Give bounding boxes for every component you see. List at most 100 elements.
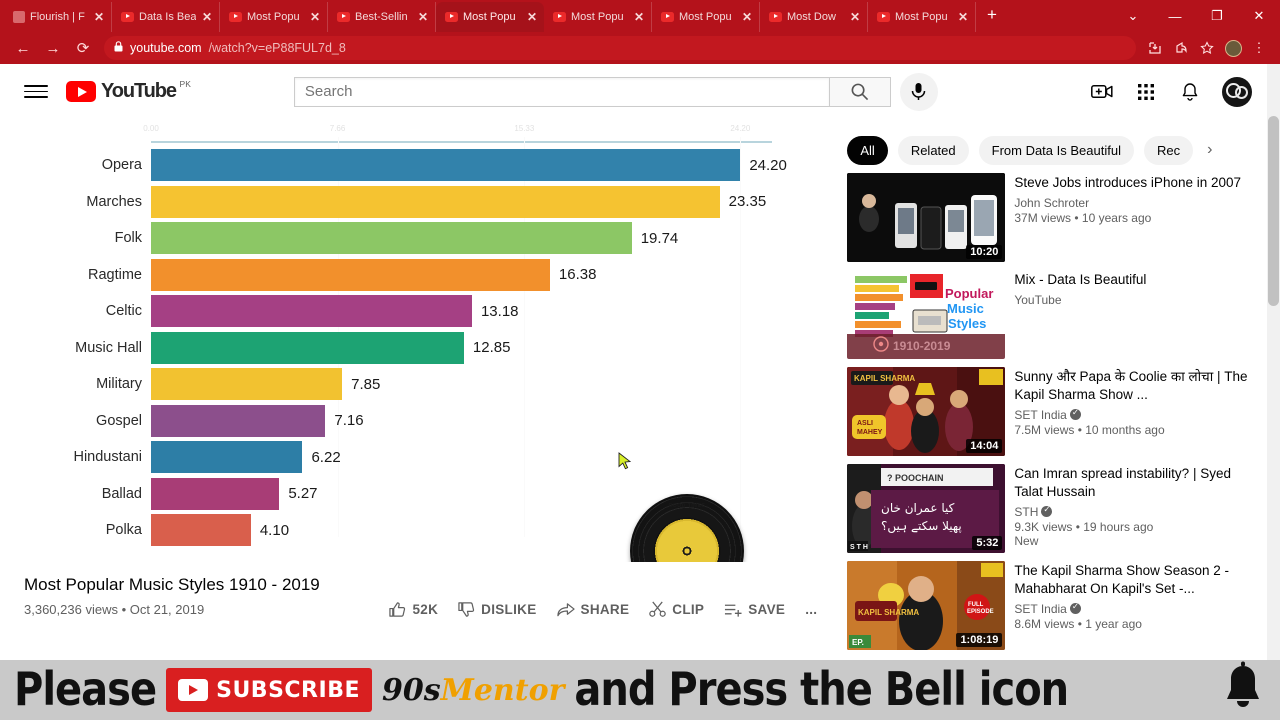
chart-bar-category-label: Music Hall: [75, 339, 142, 356]
filter-chip[interactable]: Rec: [1143, 135, 1194, 165]
svg-text:EP.: EP.: [852, 638, 864, 647]
browser-tab[interactable]: Best-Sellin ✕: [328, 2, 436, 32]
browser-tab[interactable]: Most Popu ✕: [868, 2, 976, 32]
chevron-down-icon[interactable]: ⌄: [1112, 0, 1154, 32]
video-thumbnail[interactable]: 10:20: [847, 173, 1006, 262]
address-bar[interactable]: youtube.com/watch?v=eP88FUL7d_8: [104, 36, 1136, 60]
browser-tab[interactable]: Data Is Bea ✕: [112, 2, 220, 32]
video-item-title[interactable]: Mix - Data Is Beautiful: [1014, 271, 1262, 289]
chart-bar-category-label: Folk: [114, 230, 142, 247]
chart-bar-category-label: Military: [96, 376, 142, 393]
minimize-icon[interactable]: —: [1154, 0, 1196, 32]
video-channel-name[interactable]: SET India: [1014, 601, 1262, 616]
filter-chip[interactable]: From Data Is Beautiful: [978, 135, 1134, 165]
close-icon[interactable]: ✕: [633, 10, 645, 24]
create-video-icon[interactable]: [1090, 80, 1114, 104]
like-button[interactable]: 52K: [389, 601, 438, 618]
browser-tab[interactable]: Most Popu ✕: [544, 2, 652, 32]
search-icon: [851, 83, 869, 101]
recommended-video-item[interactable]: KAPIL SHARMA ASLI MAHEY 14:04 Sunny और Papa …: [847, 367, 1262, 456]
youtube-logo[interactable]: YouTube PK: [66, 79, 191, 103]
back-icon[interactable]: ←: [8, 33, 38, 63]
page-scrollbar[interactable]: [1267, 64, 1280, 720]
video-thumbnail[interactable]: ? POOCHAIN کیا عمران خان پھیلا سکتے ہیں؟ S …: [847, 464, 1006, 553]
video-item-title[interactable]: Can Imran spread instability? | Syed Tal…: [1014, 465, 1262, 501]
video-thumbnail[interactable]: Popular Music Styles 1910-2019: [847, 270, 1006, 359]
tab-label: Most Popu: [895, 11, 948, 23]
chart-bar-value-label: 24.20: [749, 156, 787, 174]
search-button[interactable]: [828, 76, 891, 107]
scrollbar-thumb[interactable]: [1268, 116, 1279, 306]
filter-chip[interactable]: All: [847, 135, 888, 165]
video-thumbnail[interactable]: KAPIL SHARMA ASLI MAHEY 14:04: [847, 367, 1006, 456]
share-button[interactable]: SHARE: [556, 602, 630, 618]
video-channel-name[interactable]: STH: [1014, 504, 1262, 519]
search-box[interactable]: [293, 76, 829, 107]
close-icon[interactable]: ✕: [957, 10, 969, 24]
recommended-video-item[interactable]: Popular Music Styles 1910-2019 Mix - Data Is…: [847, 270, 1262, 359]
svg-text:1910-2019: 1910-2019: [893, 339, 951, 353]
video-item-title[interactable]: Steve Jobs introduces iPhone in 2007: [1014, 174, 1262, 192]
close-icon[interactable]: ✕: [741, 10, 753, 24]
video-thumbnail[interactable]: KAPIL SHARMA FULL EPISODE EP. 1:08:19: [847, 561, 1006, 650]
video-stats: 7.5M views • 10 months ago: [1014, 422, 1165, 437]
reload-icon[interactable]: ⟳: [68, 33, 98, 63]
close-icon[interactable]: ✕: [849, 10, 861, 24]
chart-bar-value-label: 7.16: [334, 412, 364, 430]
share-icon[interactable]: [1168, 35, 1194, 61]
maximize-icon[interactable]: ❐: [1196, 0, 1238, 32]
search-input[interactable]: [304, 83, 819, 100]
recommended-video-item[interactable]: 10:20 Steve Jobs introduces iPhone in 200…: [847, 173, 1262, 262]
close-icon[interactable]: ✕: [93, 10, 105, 24]
channel-brand-logo: 90sMentor: [382, 673, 564, 708]
chart-bar: [151, 368, 343, 401]
notifications-bell-icon[interactable]: [1178, 80, 1202, 104]
install-icon[interactable]: [1142, 35, 1168, 61]
save-button[interactable]: SAVE: [724, 602, 785, 618]
video-channel-name[interactable]: John Schroter: [1014, 196, 1262, 210]
chips-next-icon[interactable]: ›: [1203, 141, 1216, 159]
recommended-video-item[interactable]: ? POOCHAIN کیا عمران خان پھیلا سکتے ہیں؟ S …: [847, 464, 1262, 553]
dislike-button[interactable]: DISLIKE: [458, 601, 536, 618]
video-item-title[interactable]: The Kapil Sharma Show Season 2 - Mahabha…: [1014, 562, 1262, 598]
browser-tab-active[interactable]: Most Popu ✕: [436, 2, 544, 32]
video-channel-name[interactable]: YouTube: [1014, 293, 1262, 307]
browser-tab[interactable]: Most Popu ✕: [652, 2, 760, 32]
youtube-play-icon: [66, 81, 96, 102]
video-player[interactable]: 0.00 7.66 15.33 24.20 Opera 24.20 Marches 23.3…: [18, 119, 818, 562]
apps-grid-icon[interactable]: [1134, 80, 1158, 104]
account-avatar[interactable]: [1222, 76, 1252, 107]
more-actions-button[interactable]: ...: [805, 602, 817, 617]
menu-kebab-icon[interactable]: ⋮: [1246, 35, 1272, 61]
close-icon[interactable]: ✕: [201, 10, 213, 24]
close-icon[interactable]: ✕: [526, 10, 538, 24]
chart-bar-category-label: Celtic: [105, 303, 142, 320]
subscribe-button-graphic[interactable]: SUBSCRIBE: [166, 668, 372, 712]
recommended-video-item[interactable]: KAPIL SHARMA FULL EPISODE EP. 1:08:19 The Kap…: [847, 561, 1262, 650]
chart-bar: [151, 149, 741, 182]
clip-button[interactable]: CLIP: [649, 601, 704, 618]
bookmark-star-icon[interactable]: [1194, 35, 1220, 61]
video-channel-name[interactable]: SET India: [1014, 407, 1262, 422]
banner-suffix-text: and Press the Bell icon: [574, 663, 1069, 717]
profile-avatar[interactable]: [1220, 35, 1246, 61]
close-icon[interactable]: ✕: [417, 10, 429, 24]
window-close-icon[interactable]: ✕: [1238, 0, 1280, 32]
chart-bar-row: Celtic 13.18: [18, 293, 818, 330]
close-icon[interactable]: ✕: [309, 10, 321, 24]
browser-tab[interactable]: Most Dow ✕: [760, 2, 868, 32]
browser-tab[interactable]: Most Popu ✕: [220, 2, 328, 32]
chart-bar: [151, 258, 550, 291]
thumbs-down-icon: [458, 602, 475, 617]
forward-icon[interactable]: →: [38, 33, 68, 63]
tab-label: Best-Sellin: [355, 11, 408, 23]
filter-chip[interactable]: Related: [897, 135, 969, 165]
video-item-title[interactable]: Sunny और Papa के Coolie का लोचा | The Ka…: [1014, 368, 1262, 404]
browser-tab[interactable]: Flourish | F ✕: [4, 2, 112, 32]
guide-menu-icon[interactable]: [24, 84, 48, 99]
new-tab-button[interactable]: +: [976, 5, 1008, 28]
browser-toolbar: ← → ⟳ youtube.com/watch?v=eP88FUL7d_8 ⋮: [0, 32, 1280, 64]
record-disc: GOOD TIMES: [630, 494, 744, 562]
channel-label: John Schroter: [1014, 195, 1090, 210]
voice-search-button[interactable]: [899, 72, 938, 111]
